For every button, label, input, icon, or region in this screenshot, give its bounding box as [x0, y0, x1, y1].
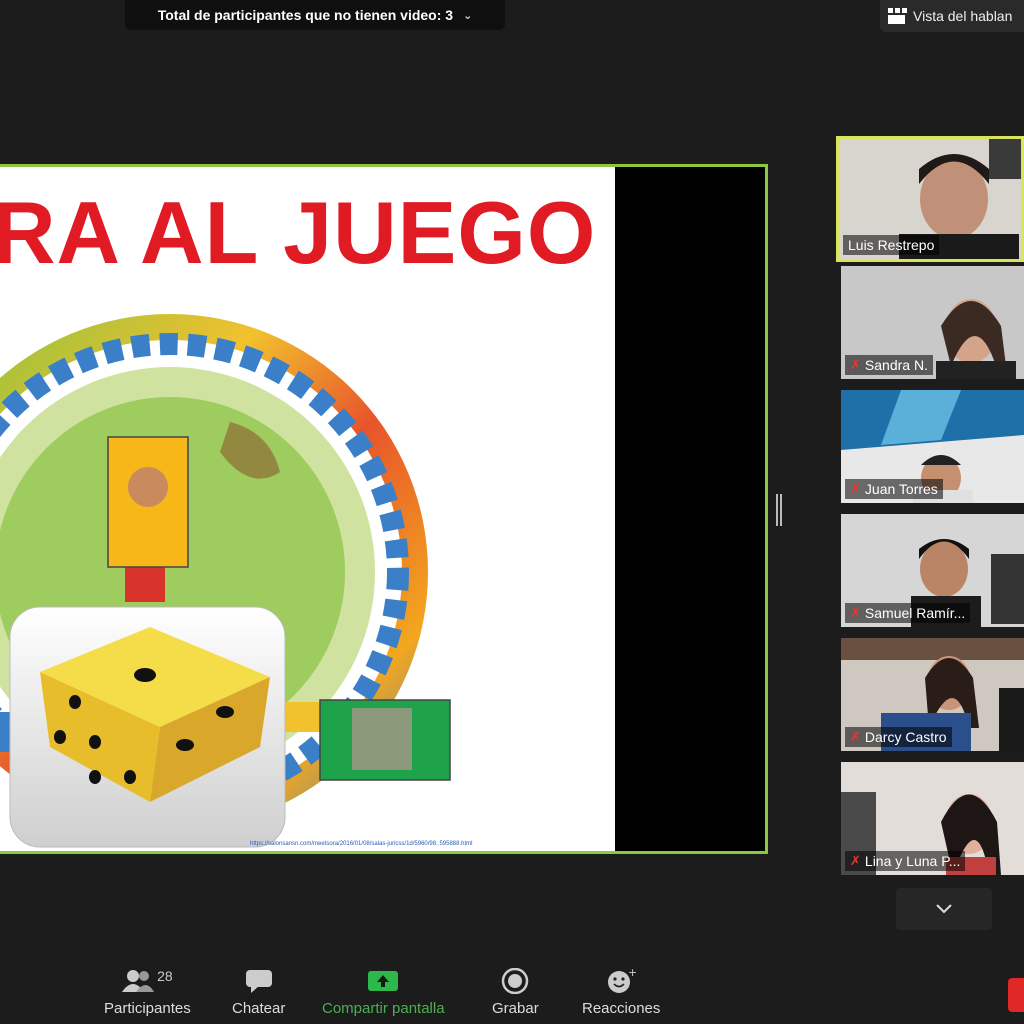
- slide-source-url: https://salonsansn.com/meetsora/2016/01/…: [250, 841, 473, 847]
- slide-title: RA AL JUEGO: [0, 183, 597, 282]
- participant-name: Luis Restrepo: [843, 235, 940, 255]
- mic-muted-icon: ✗: [850, 481, 861, 496]
- end-meeting-button[interactable]: [1008, 978, 1024, 1012]
- svg-text:+: +: [628, 968, 636, 979]
- mic-muted-icon: ✗: [850, 853, 861, 868]
- reactions-label: Reacciones: [582, 1000, 661, 1017]
- presentation-slide: RA AL JUEGO https://salonsansn.com/meets…: [0, 167, 615, 851]
- mic-muted-icon: ✗: [850, 357, 861, 372]
- view-label: Vista del hablan: [913, 8, 1013, 24]
- participants-count: 28: [157, 968, 173, 984]
- participant-name: ✗ Juan Torres: [845, 479, 943, 499]
- record-label: Grabar: [492, 1000, 539, 1017]
- shared-screen[interactable]: RA AL JUEGO https://salonsansn.com/meets…: [0, 164, 768, 854]
- mic-muted-icon: ✗: [850, 729, 861, 744]
- chat-label: Chatear: [232, 1000, 286, 1017]
- participant-tile[interactable]: ✗ Sandra N.: [841, 266, 1024, 379]
- speaker-view-button[interactable]: Vista del hablan: [880, 0, 1024, 32]
- chevron-down-icon: [936, 904, 952, 914]
- participant-name: ✗ Lina y Luna P...: [845, 851, 966, 871]
- record-button[interactable]: Grabar: [492, 968, 539, 1017]
- participant-name: ✗ Samuel Ramír...: [845, 603, 971, 623]
- resize-handle[interactable]: [776, 494, 782, 526]
- chevron-down-icon: ⌄: [463, 9, 473, 22]
- participant-tile[interactable]: ✗ Lina y Luna P...: [841, 762, 1024, 875]
- participants-label: Participantes: [104, 1000, 191, 1017]
- share-screen-label: Compartir pantalla: [322, 1000, 445, 1017]
- chat-icon: [245, 970, 272, 993]
- participant-tile[interactable]: ✗ Samuel Ramír...: [841, 514, 1024, 627]
- participant-tile[interactable]: ✗ Juan Torres: [841, 390, 1024, 503]
- participant-tile[interactable]: ✗ Darcy Castro: [841, 638, 1024, 751]
- game-board-image: [0, 314, 451, 848]
- mic-muted-icon: ✗: [850, 605, 861, 620]
- participant-name: ✗ Darcy Castro: [845, 727, 952, 747]
- share-screen-icon: [368, 971, 399, 991]
- no-video-label: Total de participantes que no tienen vid…: [157, 7, 454, 23]
- participant-name: ✗ Sandra N.: [845, 355, 933, 375]
- participants-button[interactable]: 28 Participantes: [104, 968, 191, 1017]
- more-participants-button[interactable]: [896, 888, 992, 930]
- reaction-smiley-icon: +: [608, 968, 636, 993]
- record-icon: [502, 968, 529, 994]
- chat-button[interactable]: Chatear: [232, 968, 285, 1017]
- speaker-view-icon: [888, 8, 907, 24]
- participant-tile-active[interactable]: Luis Restrepo: [836, 136, 1024, 262]
- reactions-button[interactable]: + Reacciones: [582, 968, 660, 1017]
- no-video-count-dropdown[interactable]: Total de participantes que no tienen vid…: [125, 0, 505, 30]
- participants-icon: [122, 970, 155, 992]
- share-screen-button[interactable]: Compartir pantalla: [322, 968, 445, 1017]
